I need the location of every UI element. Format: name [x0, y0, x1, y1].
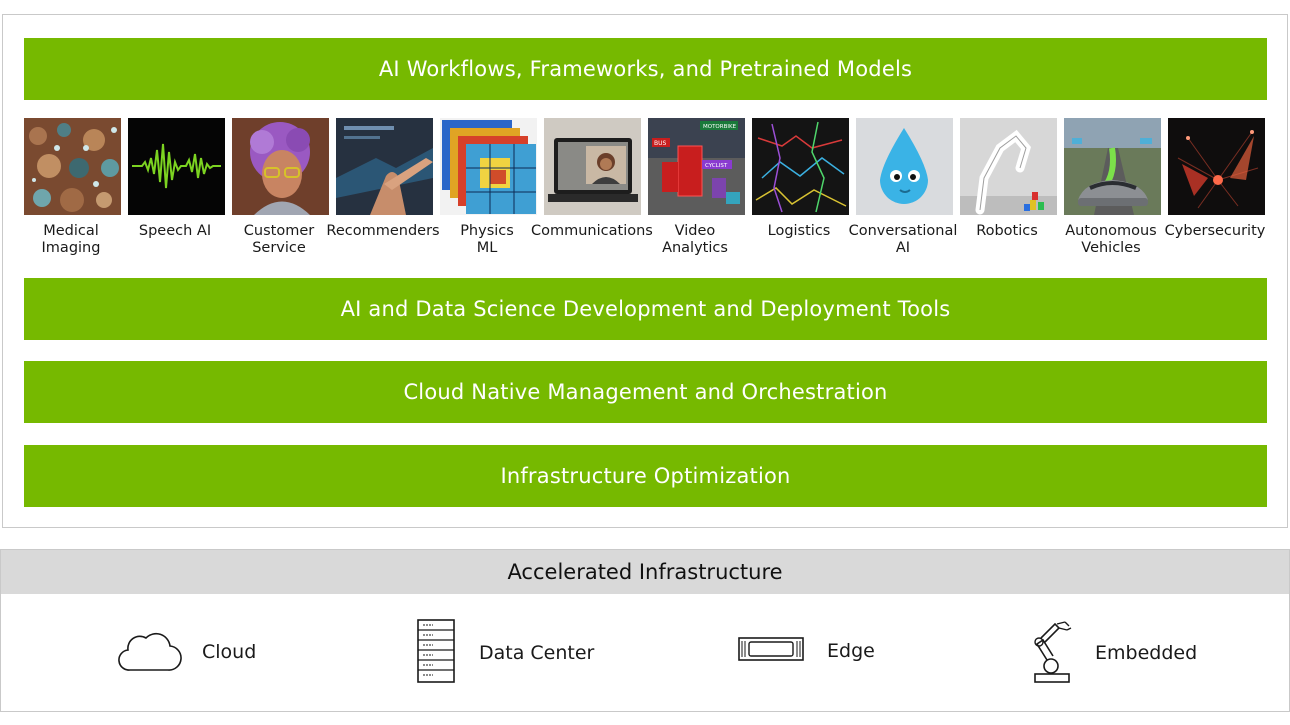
video-tag-motorbike: MOTORBIKE — [703, 124, 737, 130]
accelerated-infrastructure-panel: Accelerated Infrastructure Cloud Data Ce… — [0, 549, 1290, 712]
infra-label-edge: Edge — [827, 640, 875, 662]
workflows-bar: AI Workflows, Frameworks, and Pretrained… — [24, 38, 1267, 100]
cloud-native-bar: Cloud Native Management and Orchestratio… — [24, 361, 1267, 423]
medical-imaging-thumbnail — [24, 118, 121, 215]
video-tag-bus: BUS — [654, 140, 667, 147]
car-thumbnail — [1064, 118, 1161, 215]
caption-customer-service: Customer Service — [243, 223, 315, 256]
network-burst-thumbnail — [1168, 118, 1265, 215]
avatar-thumbnail — [232, 118, 329, 215]
caption-speech-ai: Speech AI — [138, 223, 212, 239]
speech-waveform-thumbnail — [128, 118, 225, 215]
software-stack-panel: AI Workflows, Frameworks, and Pretrained… — [2, 14, 1288, 528]
tools-bar-label: AI and Data Science Development and Depl… — [340, 297, 951, 321]
cloud-icon — [116, 626, 182, 678]
caption-recommenders: Recommenders — [326, 223, 440, 239]
infrastructure-optimization-bar: Infrastructure Optimization — [24, 445, 1267, 507]
cloud-native-bar-label: Cloud Native Management and Orchestratio… — [403, 380, 888, 404]
route-map-thumbnail — [752, 118, 849, 215]
infra-item-edge: Edge — [737, 635, 875, 667]
video-call-thumbnail — [544, 118, 641, 215]
infra-item-data-center: Data Center — [415, 618, 594, 688]
workflows-bar-label: AI Workflows, Frameworks, and Pretrained… — [378, 57, 913, 81]
video-tag-cyclist: CYCLIST — [705, 163, 728, 169]
touchscreen-thumbnail — [336, 118, 433, 215]
caption-communications: Communications — [531, 223, 653, 239]
caption-autonomous-vehicles: Autonomous Vehicles — [1065, 223, 1157, 256]
infra-label-data-center: Data Center — [479, 642, 595, 664]
edge-device-icon — [737, 635, 805, 667]
robot-arm-thumbnail — [960, 118, 1057, 215]
accelerated-infrastructure-title: Accelerated Infrastructure — [507, 560, 783, 584]
caption-medical-imaging: Medical Imaging — [41, 223, 101, 256]
robot-arm-icon — [1029, 618, 1075, 688]
heatmap-thumbnail — [440, 118, 537, 215]
caption-logistics: Logistics — [767, 223, 831, 239]
infrastructure-optimization-bar-label: Infrastructure Optimization — [500, 464, 791, 488]
caption-physics-ml: Physics ML — [460, 223, 514, 256]
caption-conversational-ai: Conversational AI — [848, 223, 958, 256]
server-rack-icon — [415, 618, 457, 688]
caption-cybersecurity: Cybersecurity — [1164, 223, 1266, 239]
infra-label-cloud: Cloud — [202, 641, 257, 663]
caption-robotics: Robotics — [976, 223, 1038, 239]
infra-label-embedded: Embedded — [1095, 642, 1198, 664]
infra-item-cloud: Cloud — [116, 626, 256, 678]
droplet-character-thumbnail — [856, 118, 953, 215]
caption-video-analytics: Video Analytics — [662, 223, 728, 256]
accelerated-infrastructure-header: Accelerated Infrastructure — [1, 550, 1289, 594]
infra-item-embedded: Embedded — [1029, 618, 1197, 688]
tools-bar: AI and Data Science Development and Depl… — [24, 278, 1267, 340]
street-detection-thumbnail: MOTORBIKE BUS CYCLIST — [648, 118, 745, 215]
